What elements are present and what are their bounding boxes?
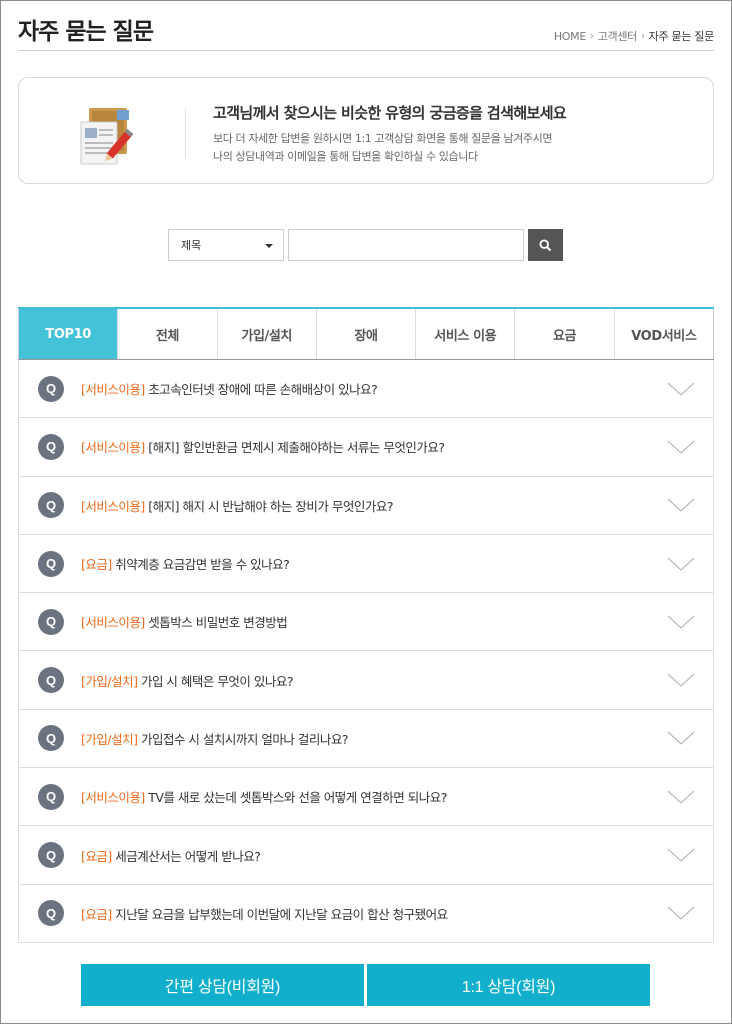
q-icon: Q	[38, 783, 64, 810]
faq-question-text: 초고속인터넷 장애에 따른 손해배상이 있나요?	[148, 382, 378, 398]
chevron-down-icon[interactable]	[667, 440, 695, 454]
q-icon: Q	[38, 900, 64, 927]
chevron-down-icon[interactable]	[667, 848, 695, 862]
faq-item[interactable]: Q [가입/설치] 가입 시 혜택은 무엇이 있나요?	[19, 651, 713, 710]
faq-question: [서비스이용] 초고속인터넷 장애에 따른 손해배상이 있나요?	[81, 379, 378, 398]
chevron-right-icon: ›	[589, 30, 594, 42]
faq-question: [요금] 취약계층 요금감면 받을 수 있나요?	[81, 554, 290, 573]
tab-outage[interactable]: 장애	[316, 309, 417, 359]
faq-category: [가입/설치]	[81, 731, 138, 747]
faq-question-text: 세금계산서는 어떻게 받나요?	[115, 848, 261, 864]
faq-question: [요금] 지난달 요금을 납부했는데 이번달에 지난달 요금이 합산 청구됐어요	[81, 904, 448, 923]
breadcrumb-customer-center[interactable]: 고객센터	[598, 28, 638, 44]
faq-category: [서비스이용]	[81, 440, 145, 456]
tab-vod-service[interactable]: VOD서비스	[614, 309, 714, 359]
faq-question: [서비스이용] [해지] 할인반환금 면제시 제출해야하는 서류는 무엇인가요?	[81, 437, 445, 456]
faq-category: [요금]	[81, 906, 112, 922]
faq-question-text: [해지] 해지 시 반납해야 하는 장비가 무엇인가요?	[148, 498, 393, 514]
tab-signup-install[interactable]: 가입/설치	[217, 309, 317, 359]
faq-question-text: [해지] 할인반환금 면제시 제출해야하는 서류는 무엇인가요?	[148, 440, 445, 456]
faq-list: Q [서비스이용] 초고속인터넷 장애에 따른 손해배상이 있나요? Q [서비…	[18, 360, 714, 943]
faq-question: [서비스이용] TV를 새로 샀는데 셋톱박스와 선을 어떻게 연결하면 되나요…	[81, 787, 447, 806]
faq-item[interactable]: Q [서비스이용] 셋톱박스 비밀번호 변경방법	[19, 593, 713, 652]
q-icon: Q	[38, 433, 64, 460]
faq-item[interactable]: Q [서비스이용] 초고속인터넷 장애에 따른 손해배상이 있나요?	[19, 360, 713, 419]
faq-category: [가입/설치]	[81, 673, 138, 689]
breadcrumb-current: 자주 묻는 질문	[648, 30, 715, 43]
q-icon: Q	[38, 550, 64, 577]
guest-consult-button[interactable]: 간편 상담(비회원)	[81, 964, 364, 1006]
chevron-down-icon[interactable]	[667, 731, 695, 746]
faq-item[interactable]: Q [요금] 세금계산서는 어떻게 받나요?	[19, 826, 713, 885]
faq-question-text: 셋톱박스 비밀번호 변경방법	[148, 615, 288, 631]
info-divider	[185, 108, 186, 158]
search-type-select[interactable]: 제목	[168, 229, 284, 261]
faq-category: [서비스이용]	[81, 615, 145, 631]
faq-question-text: TV를 새로 샀는데 셋톱박스와 선을 어떻게 연결하면 되나요?	[148, 790, 447, 806]
member-consult-button[interactable]: 1:1 상담(회원)	[367, 964, 650, 1006]
faq-question: [가입/설치] 가입 시 혜택은 무엇이 있나요?	[81, 671, 293, 690]
faq-question-text: 가입 시 혜택은 무엇이 있나요?	[140, 673, 294, 689]
faq-question-text: 지난달 요금을 납부했는데 이번달에 지난달 요금이 합산 청구됐어요	[115, 906, 448, 922]
faq-question: [가입/설치] 가입접수 시 설치시까지 얼마나 걸리나요?	[81, 729, 348, 748]
chevron-down-icon[interactable]	[667, 557, 695, 571]
faq-category: [서비스이용]	[81, 790, 145, 806]
tab-top10[interactable]: TOP10	[18, 309, 119, 359]
chevron-down-icon[interactable]	[667, 906, 695, 920]
chevron-down-icon[interactable]	[667, 498, 695, 512]
faq-item[interactable]: Q [서비스이용] [해지] 해지 시 반납해야 하는 장비가 무엇인가요?	[19, 477, 713, 535]
q-icon: Q	[38, 608, 64, 635]
breadcrumb-home[interactable]: HOME	[554, 30, 586, 43]
chevron-right-icon: ›	[640, 30, 645, 42]
q-icon: Q	[38, 667, 64, 694]
header-divider	[18, 50, 714, 51]
chevron-down-icon[interactable]	[667, 382, 695, 396]
info-title: 고객님께서 찾으시는 비슷한 유형의 궁금증을 검색해보세요	[213, 104, 567, 122]
page-title: 자주 묻는 질문	[18, 19, 154, 45]
search-guide-box: 고객님께서 찾으시는 비슷한 유형의 궁금증을 검색해보세요 보다 더 자세한 …	[18, 77, 714, 184]
q-icon: Q	[38, 492, 64, 519]
faq-question: [요금] 세금계산서는 어떻게 받나요?	[81, 846, 261, 865]
faq-item[interactable]: Q [요금] 취약계층 요금감면 받을 수 있나요?	[19, 535, 713, 594]
faq-category: [서비스이용]	[81, 382, 145, 398]
tab-all[interactable]: 전체	[118, 309, 218, 359]
category-tabs: TOP10 전체 가입/설치 장애 서비스 이용 요금 VOD서비스	[18, 307, 714, 360]
info-desc-line: 보다 더 자세한 답변을 원하시면 1:1 고객상담 화면을 통해 질문을 남겨…	[213, 132, 553, 145]
search-button[interactable]	[528, 229, 563, 261]
info-description: 보다 더 자세한 답변을 원하시면 1:1 고객상담 화면을 통해 질문을 남겨…	[213, 130, 552, 166]
faq-category: [요금]	[81, 848, 112, 864]
q-icon: Q	[38, 725, 64, 752]
faq-question-text: 가입접수 시 설치시까지 얼마나 걸리나요?	[140, 731, 349, 747]
tab-service-usage[interactable]: 서비스 이용	[416, 309, 516, 359]
caret-down-icon	[265, 244, 273, 248]
chevron-down-icon[interactable]	[667, 790, 695, 804]
q-icon: Q	[38, 375, 64, 402]
faq-item[interactable]: Q [가입/설치] 가입접수 시 설치시까지 얼마나 걸리나요?	[19, 710, 713, 769]
search-icon	[539, 239, 552, 252]
faq-question-text: 취약계층 요금감면 받을 수 있나요?	[115, 557, 290, 573]
faq-item[interactable]: Q [서비스이용] [해지] 할인반환금 면제시 제출해야하는 서류는 무엇인가…	[19, 418, 713, 477]
breadcrumb: HOME › 고객센터 › 자주 묻는 질문	[554, 28, 714, 44]
search-type-value: 제목	[181, 239, 202, 252]
q-icon: Q	[38, 842, 64, 869]
document-pencil-icon	[79, 104, 139, 168]
faq-category: [서비스이용]	[81, 498, 145, 514]
faq-item[interactable]: Q [서비스이용] TV를 새로 샀는데 셋톱박스와 선을 어떻게 연결하면 되…	[19, 768, 713, 827]
chevron-down-icon[interactable]	[667, 673, 695, 687]
faq-question: [서비스이용] [해지] 해지 시 반납해야 하는 장비가 무엇인가요?	[81, 496, 393, 515]
search-input[interactable]	[288, 229, 524, 261]
faq-item[interactable]: Q [요금] 지난달 요금을 납부했는데 이번달에 지난달 요금이 합산 청구됐…	[19, 885, 713, 943]
faq-question: [서비스이용] 셋톱박스 비밀번호 변경방법	[81, 612, 288, 631]
chevron-down-icon[interactable]	[667, 615, 695, 629]
faq-category: [요금]	[81, 557, 112, 573]
tab-billing[interactable]: 요금	[515, 309, 615, 359]
info-desc-line: 나의 상담내역과 이메일을 통해 답변을 확인하실 수 있습니다	[213, 150, 478, 163]
